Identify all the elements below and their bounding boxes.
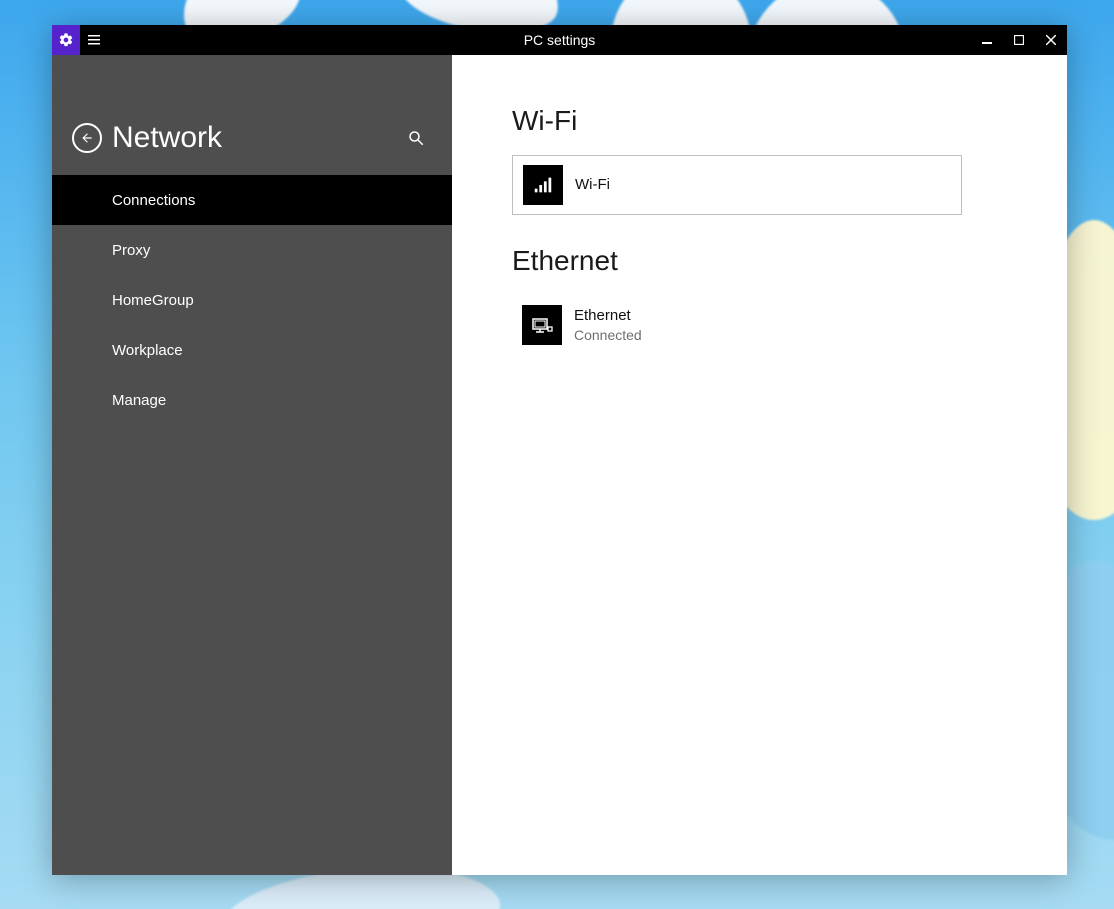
sidebar-title: Network (112, 121, 222, 155)
sidebar-item-label: Manage (112, 392, 166, 409)
sidebar-item-label: Connections (112, 192, 195, 209)
sidebar-header: Network (52, 55, 452, 175)
sidebar-item-label: Workplace (112, 342, 183, 359)
app-icon (52, 25, 80, 55)
sidebar-item-label: Proxy (112, 242, 150, 259)
ethernet-connection-text: Ethernet Connected (574, 306, 642, 344)
body-area: Network Connections Proxy (52, 55, 1067, 875)
wifi-connection-item[interactable]: Wi-Fi (512, 155, 962, 215)
content-area: Wi-Fi Wi-Fi Ethernet (452, 55, 1067, 875)
gear-icon (58, 32, 74, 48)
ethernet-icon (522, 305, 562, 345)
ethernet-connection-status: Connected (574, 326, 642, 344)
window-controls (971, 25, 1067, 55)
back-arrow-icon (80, 131, 94, 145)
close-button[interactable] (1035, 25, 1067, 55)
sidebar-item-connections[interactable]: Connections (52, 175, 452, 225)
minimize-icon (982, 35, 992, 45)
pc-settings-window: PC settings (52, 25, 1067, 875)
sidebar-item-workplace[interactable]: Workplace (52, 325, 452, 375)
maximize-icon (1014, 35, 1024, 45)
back-button[interactable] (72, 123, 102, 153)
sidebar-nav: Connections Proxy HomeGroup Workplace Ma… (52, 175, 452, 425)
ethernet-heading: Ethernet (512, 245, 1007, 277)
sidebar: Network Connections Proxy (52, 55, 452, 875)
titlebar: PC settings (52, 25, 1067, 55)
wifi-connection-text: Wi-Fi (575, 175, 610, 195)
sidebar-item-proxy[interactable]: Proxy (52, 225, 452, 275)
search-button[interactable] (400, 122, 432, 154)
sidebar-item-homegroup[interactable]: HomeGroup (52, 275, 452, 325)
wifi-connection-name: Wi-Fi (575, 175, 610, 195)
search-icon (407, 129, 425, 147)
ethernet-connection-name: Ethernet (574, 306, 642, 326)
sidebar-item-manage[interactable]: Manage (52, 375, 452, 425)
wifi-heading: Wi-Fi (512, 105, 1007, 137)
wifi-signal-icon (523, 165, 563, 205)
hamburger-icon (88, 35, 100, 45)
sidebar-item-label: HomeGroup (112, 292, 194, 309)
window-title: PC settings (52, 32, 1067, 48)
close-icon (1046, 35, 1056, 45)
ethernet-connection-item[interactable]: Ethernet Connected (512, 295, 962, 355)
minimize-button[interactable] (971, 25, 1003, 55)
menu-button[interactable] (80, 25, 108, 55)
maximize-button[interactable] (1003, 25, 1035, 55)
